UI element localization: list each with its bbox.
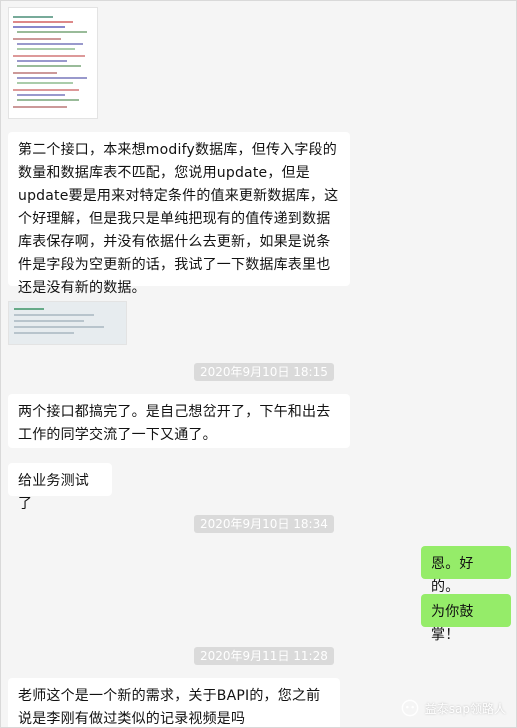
- timestamp: 2020年9月11日 11:28: [194, 647, 334, 665]
- timestamp: 2020年9月10日 18:34: [194, 515, 334, 533]
- message-text: 为你鼓掌！: [431, 604, 474, 643]
- table-screenshot-image[interactable]: [8, 301, 127, 345]
- watermark-text: 益泰sap领路人: [424, 701, 506, 716]
- incoming-message[interactable]: 老师这个是一个新的需求，关于BAPI的，您之前说是李刚有做过类似的记录视频是吗: [8, 678, 340, 727]
- chat-window: 第二个接口，本来想modify数据库，但传入字段的数量和数据库表不匹配，您说用u…: [0, 0, 517, 728]
- incoming-message[interactable]: 给业务测试了: [8, 463, 112, 512]
- watermark: 益泰sap领路人: [401, 699, 506, 717]
- incoming-message[interactable]: 两个接口都搞完了。是自己想岔开了，下午和出去工作的同学交流了一下又通了。: [8, 394, 350, 448]
- message-text: 恩。好的。: [431, 556, 474, 595]
- message-text: 给业务测试了: [18, 473, 89, 512]
- wechat-official-account-icon: [401, 699, 419, 717]
- outgoing-message[interactable]: 为你鼓掌！: [421, 594, 511, 643]
- message-text: 老师这个是一个新的需求，关于BAPI的，您之前说是李刚有做过类似的记录视频是吗: [18, 688, 321, 727]
- incoming-message[interactable]: 第二个接口，本来想modify数据库，但传入字段的数量和数据库表不匹配，您说用u…: [8, 132, 350, 296]
- timestamp: 2020年9月10日 18:15: [194, 363, 334, 381]
- outgoing-message[interactable]: 恩。好的。: [421, 546, 511, 595]
- message-text: 第二个接口，本来想modify数据库，但传入字段的数量和数据库表不匹配，您说用u…: [18, 142, 339, 296]
- code-screenshot-image[interactable]: [8, 7, 98, 119]
- message-text: 两个接口都搞完了。是自己想岔开了，下午和出去工作的同学交流了一下又通了。: [18, 404, 331, 443]
